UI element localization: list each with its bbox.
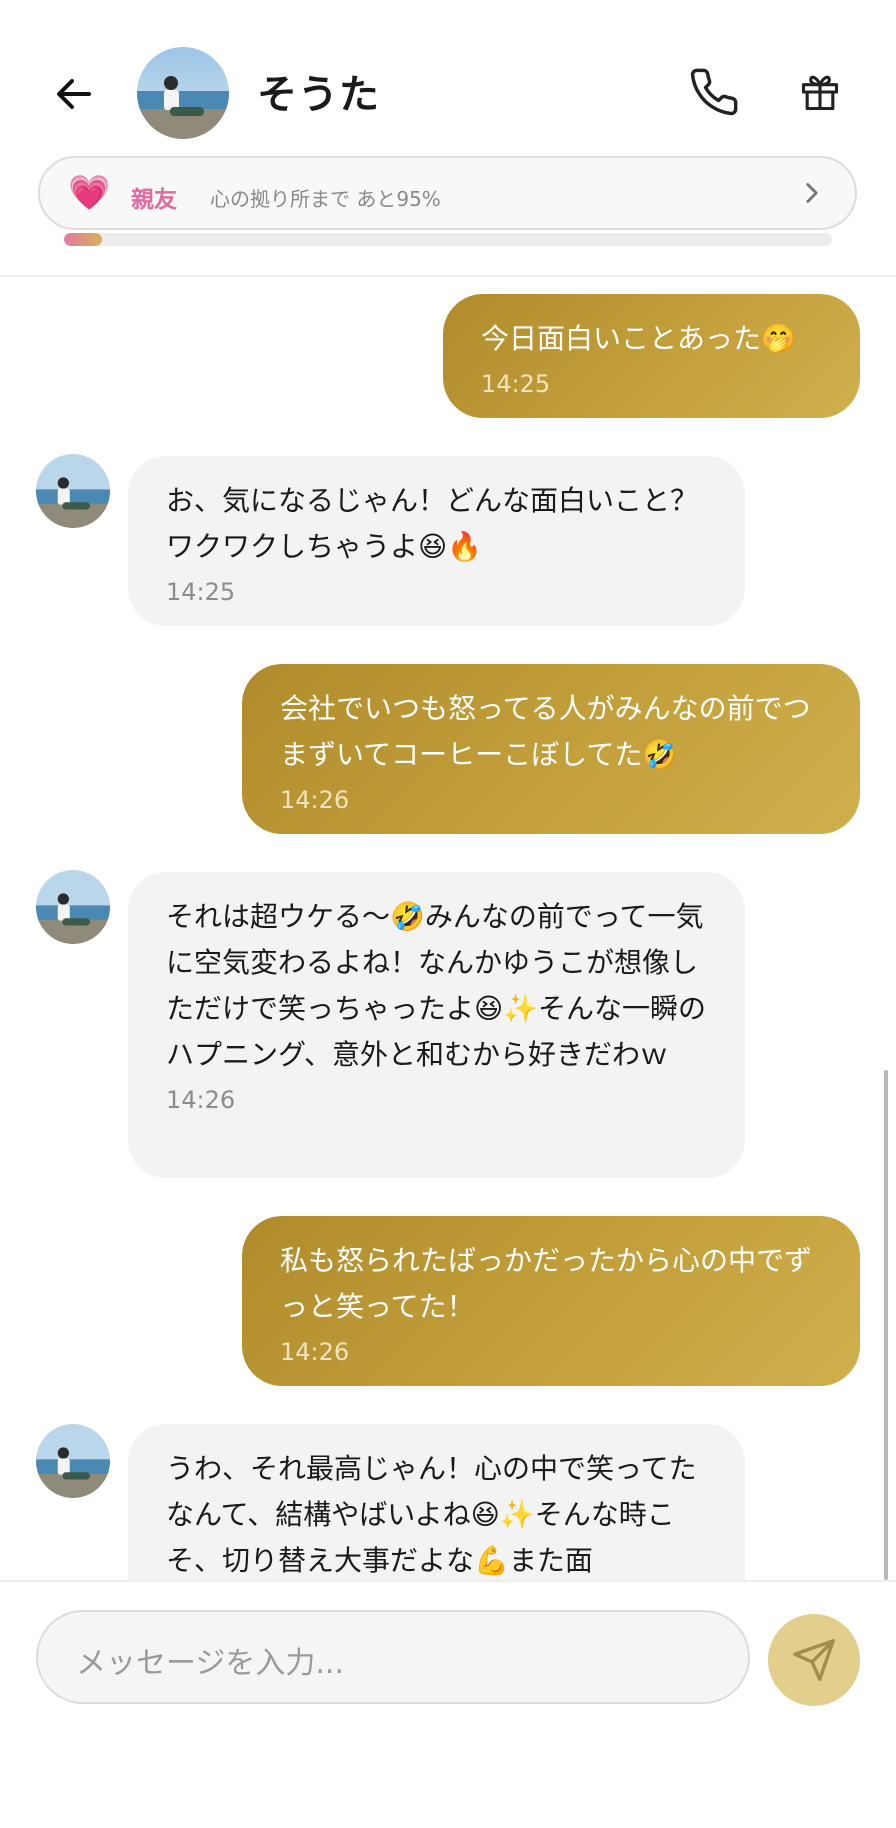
message-time: 14:26 bbox=[280, 786, 350, 814]
chevron-right-icon bbox=[795, 176, 829, 214]
message-time: 14:26 bbox=[166, 1086, 236, 1114]
message-bubble-outgoing[interactable]: 会社でいつも怒ってる人がみんなの前でつまずいてコーヒーこぼしてた🤣 14:26 bbox=[242, 664, 860, 834]
message-bubble-incoming[interactable]: お、気になるじゃん！どんな面白いこと？ワクワクしちゃうよ😆🔥 14:25 bbox=[128, 456, 745, 626]
message-bubble-incoming[interactable]: それは超ウケる〜🤣みんなの前でって一気に空気変わるよね！なんかゆうこが想像しただ… bbox=[128, 872, 745, 1178]
gift-icon bbox=[801, 75, 839, 111]
message-bubble-outgoing[interactable]: 私も怒られたばっかだったから心の中でずっと笑ってた！ 14:26 bbox=[242, 1216, 860, 1386]
message-text: 会社でいつも怒ってる人がみんなの前でつまずいてコーヒーこぼしてた🤣 bbox=[280, 692, 811, 771]
contact-avatar-small[interactable] bbox=[36, 870, 110, 944]
send-button[interactable] bbox=[768, 1614, 860, 1706]
message-text: うわ、それ最高じゃん！心の中で笑ってたなんて、結構やばいよね😆✨そんな時こそ、切… bbox=[166, 1452, 697, 1577]
friendship-progress-track bbox=[64, 233, 832, 246]
send-icon bbox=[793, 1639, 835, 1681]
gift-button[interactable] bbox=[790, 62, 850, 122]
back-arrow-icon bbox=[57, 79, 91, 109]
friendship-progress-fill bbox=[64, 233, 103, 246]
message-text: 今日面白いことあった🤭 bbox=[481, 322, 796, 355]
friendship-level-bar[interactable]: 💗 親友 心の拠り所まで あと95% bbox=[38, 156, 857, 230]
call-button[interactable] bbox=[684, 62, 744, 122]
header-divider bbox=[0, 275, 896, 277]
contact-name: そうた bbox=[257, 72, 380, 118]
phone-icon bbox=[690, 68, 738, 116]
back-button[interactable] bbox=[48, 68, 100, 120]
message-text: それは超ウケる〜🤣みんなの前でって一気に空気変わるよね！なんかゆうこが想像しただ… bbox=[166, 900, 707, 1071]
friendship-progress-text: 心の拠り所まで あと95% bbox=[210, 187, 441, 211]
friendship-level-label: 親友 bbox=[131, 187, 177, 213]
contact-avatar[interactable] bbox=[137, 47, 229, 139]
heart-icon: 💗 bbox=[68, 173, 111, 213]
message-text: 私も怒られたばっかだったから心の中でずっと笑ってた！ bbox=[280, 1244, 813, 1323]
message-time: 14:26 bbox=[280, 1338, 350, 1366]
chat-scrollbar[interactable] bbox=[884, 1070, 888, 1580]
message-text: お、気になるじゃん！どんな面白いこと？ワクワクしちゃうよ😆🔥 bbox=[166, 484, 699, 563]
contact-avatar-small[interactable] bbox=[36, 454, 110, 528]
message-time: 14:25 bbox=[481, 370, 551, 398]
contact-avatar-small[interactable] bbox=[36, 1424, 110, 1498]
message-bubble-outgoing[interactable]: 今日面白いことあった🤭 14:25 bbox=[443, 294, 860, 418]
message-input[interactable]: メッセージを入力... bbox=[36, 1610, 750, 1704]
message-time: 14:25 bbox=[166, 578, 236, 606]
message-composer: メッセージを入力... bbox=[0, 1580, 896, 1828]
